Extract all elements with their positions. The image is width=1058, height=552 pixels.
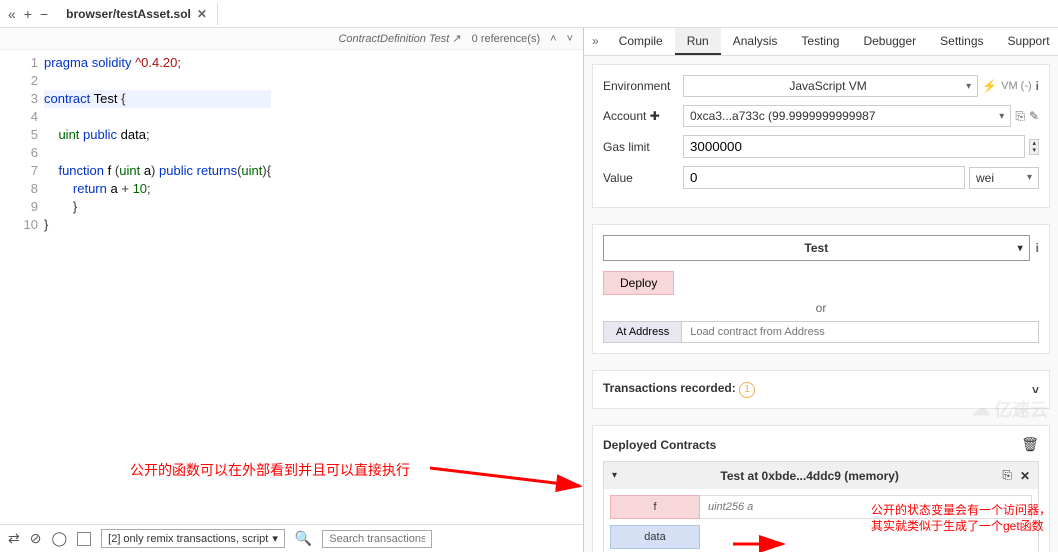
code-line[interactable]: pragma solidity ^0.4.20; bbox=[44, 54, 271, 72]
value-label: Value bbox=[603, 171, 683, 185]
new-file-minus-icon[interactable]: − bbox=[40, 6, 48, 22]
line-number: 3▾ bbox=[0, 90, 38, 108]
code-line[interactable] bbox=[44, 108, 271, 126]
collapse-left-icon[interactable]: « bbox=[8, 6, 16, 22]
tab-settings[interactable]: Settings bbox=[928, 28, 995, 55]
line-number: 7▾⚠️ bbox=[0, 162, 38, 180]
contract-select[interactable]: Test ▾ bbox=[603, 235, 1030, 261]
tab-support[interactable]: Support bbox=[996, 28, 1058, 55]
listen-checkbox[interactable] bbox=[77, 532, 91, 546]
gas-limit-stepper[interactable]: ▴▾ bbox=[1029, 139, 1039, 155]
or-divider: or bbox=[603, 301, 1039, 315]
add-account-icon[interactable]: ✚ bbox=[650, 109, 660, 123]
chevron-down-icon: ▾ bbox=[1027, 172, 1032, 183]
arrow-right-icon bbox=[728, 534, 788, 552]
nav-down-icon[interactable]: ˅ bbox=[567, 33, 573, 45]
environment-label: Environment bbox=[603, 79, 683, 93]
file-tab[interactable]: browser/testAsset.sol ✕ bbox=[56, 3, 218, 25]
clear-console-icon[interactable]: ⊘ bbox=[30, 530, 42, 547]
deploy-panel: Test ▾ i Deploy or At Address bbox=[592, 224, 1050, 354]
tab-testing[interactable]: Testing bbox=[789, 28, 851, 55]
code-line[interactable]: } bbox=[44, 198, 271, 216]
line-number: 6 bbox=[0, 144, 38, 162]
line-number: 9 bbox=[0, 198, 38, 216]
copy-instance-icon[interactable]: ⎘ bbox=[1002, 468, 1012, 483]
trash-icon[interactable]: 🗑 bbox=[1021, 436, 1039, 453]
search-transactions-input[interactable] bbox=[322, 530, 432, 548]
file-tab-label: browser/testAsset.sol bbox=[66, 7, 191, 21]
line-number: 2 bbox=[0, 72, 38, 90]
value-input[interactable] bbox=[683, 166, 965, 189]
account-select[interactable]: 0xca3...a733c (99.9999999999987 ▾ bbox=[683, 105, 1011, 127]
code-context-bar: ContractDefinition Test ↗ 0 reference(s)… bbox=[0, 28, 583, 50]
line-number: 8 bbox=[0, 180, 38, 198]
edit-account-icon[interactable]: ✎ bbox=[1029, 109, 1039, 123]
line-number: 10 bbox=[0, 216, 38, 234]
code-line[interactable]: uint public data; bbox=[44, 126, 271, 144]
toggle-left-panel-icon[interactable]: ⇄ bbox=[8, 530, 20, 547]
tab-analysis[interactable]: Analysis bbox=[721, 28, 790, 55]
line-number: 5 bbox=[0, 126, 38, 144]
run-config-panel: Environment JavaScript VM ▾ ⚡ VM (-) i A… bbox=[592, 64, 1050, 208]
chevron-down-icon: ˅ bbox=[1032, 383, 1039, 397]
annotation-left: 公开的函数可以在外部看到并且可以直接执行 bbox=[130, 460, 410, 480]
chevron-down-icon: ▾ bbox=[999, 111, 1004, 122]
deployed-contracts-panel: Deployed Contracts 🗑 ▾ Test at 0xbde...4… bbox=[592, 425, 1050, 552]
info-icon[interactable]: i bbox=[1036, 79, 1039, 93]
account-label: Account ✚ bbox=[603, 109, 683, 123]
new-file-plus-icon[interactable]: + bbox=[24, 6, 32, 22]
instance-title: Test at 0xbde...4ddc9 (memory) bbox=[625, 469, 994, 483]
share-icon[interactable]: ↗ bbox=[452, 33, 461, 45]
nav-up-icon[interactable]: ˄ bbox=[550, 33, 556, 45]
info-icon[interactable]: i bbox=[1036, 241, 1039, 255]
gas-limit-label: Gas limit bbox=[603, 140, 683, 154]
arrow-left-icon bbox=[430, 458, 590, 493]
tab-run[interactable]: Run bbox=[675, 28, 721, 55]
chevron-down-icon: ▾ bbox=[272, 532, 278, 545]
chevron-down-icon: ▾ bbox=[966, 81, 971, 92]
environment-select[interactable]: JavaScript VM ▾ bbox=[683, 75, 978, 97]
tx-count-badge: 1 bbox=[739, 382, 755, 398]
chevron-down-icon: ▾ bbox=[1018, 243, 1023, 254]
pending-tx-icon[interactable]: ◯ bbox=[51, 530, 67, 547]
function-button-data[interactable]: data bbox=[610, 525, 700, 549]
code-line[interactable]: contract Test { bbox=[44, 90, 271, 108]
line-number: 1 bbox=[0, 54, 38, 72]
tab-compile[interactable]: Compile bbox=[607, 28, 675, 55]
plug-icon: ⚡ bbox=[982, 79, 997, 93]
expand-panel-icon[interactable]: » bbox=[584, 28, 607, 55]
code-line[interactable]: } bbox=[44, 216, 271, 234]
code-line[interactable]: return a + 10; bbox=[44, 180, 271, 198]
code-line[interactable]: function f (uint a) public returns(uint)… bbox=[44, 162, 271, 180]
line-number: 4 bbox=[0, 108, 38, 126]
code-line[interactable] bbox=[44, 144, 271, 162]
search-icon[interactable]: 🔍 bbox=[295, 530, 312, 547]
tab-debugger[interactable]: Debugger bbox=[851, 28, 928, 55]
value-unit-select[interactable]: wei ▾ bbox=[969, 167, 1039, 189]
at-address-input[interactable] bbox=[682, 321, 1039, 343]
copy-account-icon[interactable]: ⎘ bbox=[1015, 109, 1025, 124]
close-tab-icon[interactable]: ✕ bbox=[197, 7, 207, 21]
tx-filter-select[interactable]: [2] only remix transactions, script ▾ bbox=[101, 529, 285, 548]
transactions-recorded-header[interactable]: Transactions recorded: 1 ˅ bbox=[592, 370, 1050, 409]
code-line[interactable] bbox=[44, 72, 271, 90]
deployed-contracts-title: Deployed Contracts bbox=[603, 438, 716, 452]
gas-limit-input[interactable] bbox=[683, 135, 1025, 158]
collapse-instance-icon[interactable]: ▾ bbox=[612, 470, 617, 481]
annotation-right: 公开的状态变量会有一个访问器， 其实就类似于生成了一个get函数 bbox=[871, 502, 1051, 534]
deploy-button[interactable]: Deploy bbox=[603, 271, 674, 295]
close-instance-icon[interactable]: ✕ bbox=[1020, 469, 1030, 483]
at-address-button[interactable]: At Address bbox=[603, 321, 682, 343]
function-button-f[interactable]: f bbox=[610, 495, 700, 519]
